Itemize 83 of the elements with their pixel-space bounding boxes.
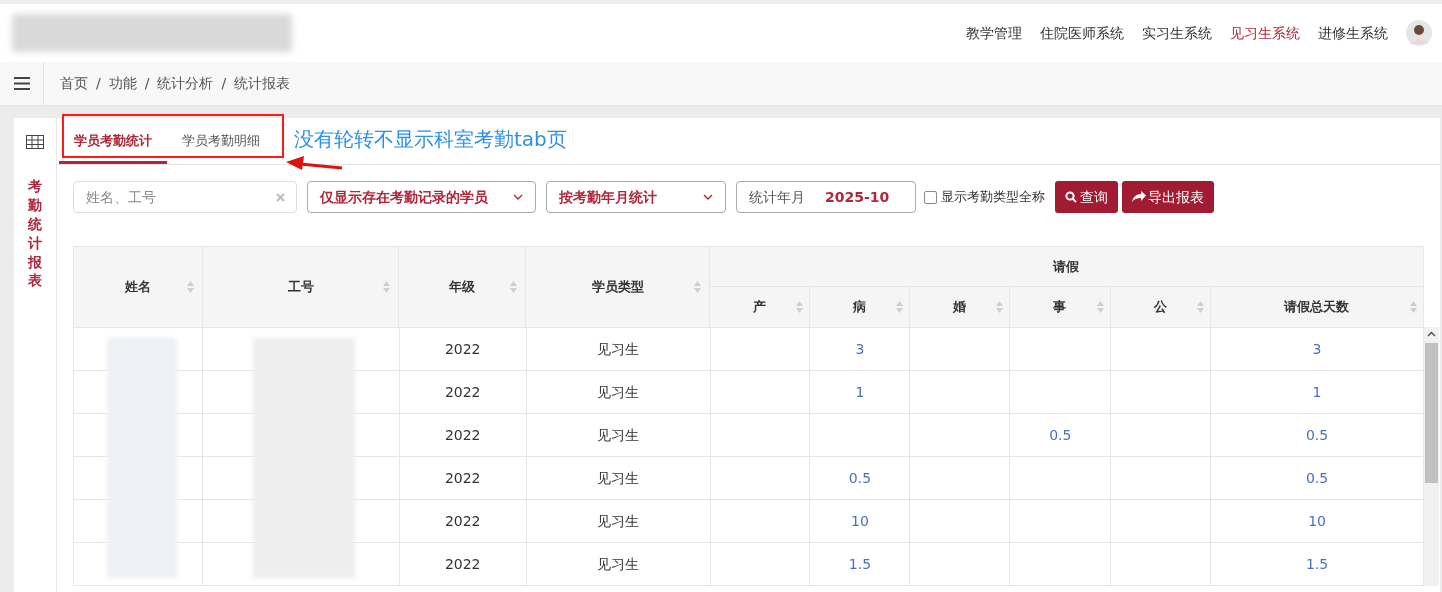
sort-icon[interactable] [694, 281, 701, 293]
nav-link[interactable]: 进修生系统 [1318, 22, 1388, 44]
chevron-down-icon [513, 194, 523, 200]
side-title: 考勤统计报表 [28, 177, 42, 291]
type-cell-text: 见习生 [597, 554, 640, 574]
share-icon [1132, 191, 1146, 203]
type-cell-text: 见习生 [597, 382, 640, 402]
nav-link[interactable]: 住院医师系统 [1040, 22, 1124, 44]
leave-days-link[interactable]: 1 [1312, 381, 1322, 403]
chevron-down-icon [703, 194, 713, 200]
nav-link[interactable]: 见习生系统 [1230, 22, 1300, 44]
column-header: 年级 [449, 278, 476, 297]
scrollbar[interactable] [1424, 327, 1439, 586]
grade-cell-text: 2022 [444, 511, 481, 531]
sort-icon[interactable] [896, 301, 903, 313]
sort-icon[interactable] [1410, 301, 1417, 313]
column-header: 事 [1053, 298, 1067, 317]
month-value: 2025-10 [825, 187, 890, 207]
leave-days-link[interactable]: 0.5 [848, 467, 872, 489]
avatar[interactable] [1406, 20, 1432, 46]
leave-days-link[interactable]: 1.5 [848, 553, 872, 575]
breadcrumb-link[interactable]: 功能 [108, 73, 137, 94]
nav-link[interactable]: 教学管理 [966, 22, 1022, 44]
sort-icon[interactable] [186, 281, 194, 293]
mode-select[interactable]: 按考勤年月统计 [546, 181, 726, 213]
column-header: 请假总天数 [1284, 298, 1350, 317]
grade-cell-text: 2022 [444, 425, 481, 445]
type-cell-text: 见习生 [597, 339, 640, 359]
query-button[interactable]: 查询 [1055, 181, 1118, 213]
column-header: 产 [753, 298, 766, 317]
annotation-arrow [286, 154, 342, 172]
export-button[interactable]: 导出报表 [1122, 181, 1214, 213]
grade-cell-text: 2022 [444, 468, 481, 488]
annotation-text: 没有轮转不显示科室考勤tab页 [294, 126, 567, 152]
leave-days-link[interactable]: 0.5 [1305, 424, 1329, 446]
breadcrumb-separator: / [221, 74, 227, 93]
sort-icon[interactable] [1197, 301, 1204, 313]
checkbox[interactable] [924, 190, 937, 204]
tab[interactable]: 学员考勤统计 [59, 120, 167, 164]
grade-cell-text: 2022 [444, 554, 481, 574]
column-header: 学员类型 [591, 278, 644, 297]
leave-days-link[interactable]: 3 [855, 338, 865, 360]
column-header: 姓名 [124, 278, 151, 297]
month-field[interactable]: 统计年月 2025-10 [736, 181, 916, 213]
grade-cell-text: 2022 [444, 382, 481, 402]
leave-days-link[interactable]: 1 [855, 381, 865, 403]
group-header: 请假 [710, 247, 1424, 287]
search-field[interactable]: 姓名、工号 [73, 181, 297, 213]
leave-days-link[interactable]: 10 [851, 510, 869, 532]
sort-icon[interactable] [510, 281, 518, 293]
scrollbar-thumb[interactable] [1425, 343, 1438, 483]
month-label: 统计年月 [749, 187, 805, 207]
menu-icon [13, 77, 30, 90]
breadcrumb-separator: / [144, 74, 150, 93]
tab[interactable]: 学员考勤明细 [167, 120, 275, 164]
breadcrumb-separator: / [96, 74, 101, 93]
scroll-up-icon[interactable] [1427, 331, 1436, 337]
breadcrumb-link[interactable]: 统计分析 [157, 73, 214, 94]
type-cell-text: 见习生 [597, 425, 640, 445]
clear-icon[interactable] [276, 193, 285, 202]
sort-icon[interactable] [996, 301, 1003, 313]
leave-days-link[interactable]: 3 [1312, 338, 1322, 360]
column-header: 工号 [287, 278, 314, 297]
table-icon [26, 134, 44, 149]
sort-icon[interactable] [796, 301, 803, 313]
checkbox-label: 显示考勤类型全称 [941, 188, 1045, 207]
type-cell-text: 见习生 [597, 468, 640, 488]
type-cell-text: 见习生 [597, 511, 640, 531]
scope-select[interactable]: 仅显示存在考勤记录的学员 [307, 181, 536, 213]
breadcrumb-link[interactable]: 统计报表 [234, 73, 291, 94]
breadcrumb-link[interactable]: 首页 [60, 73, 88, 94]
sort-icon[interactable] [1097, 301, 1104, 313]
grade-cell-text: 2022 [444, 339, 481, 359]
leave-days-link[interactable]: 10 [1308, 510, 1326, 532]
search-icon [1065, 191, 1077, 203]
leave-days-link[interactable]: 0.5 [1305, 467, 1329, 489]
column-header: 公 [1154, 298, 1167, 317]
nav-link[interactable]: 实习生系统 [1142, 22, 1212, 44]
leave-days-link[interactable]: 1.5 [1305, 553, 1329, 575]
leave-days-link[interactable]: 0.5 [1049, 424, 1072, 446]
column-header: 婚 [953, 298, 966, 317]
column-header: 病 [853, 298, 866, 317]
sort-icon[interactable] [383, 281, 391, 293]
